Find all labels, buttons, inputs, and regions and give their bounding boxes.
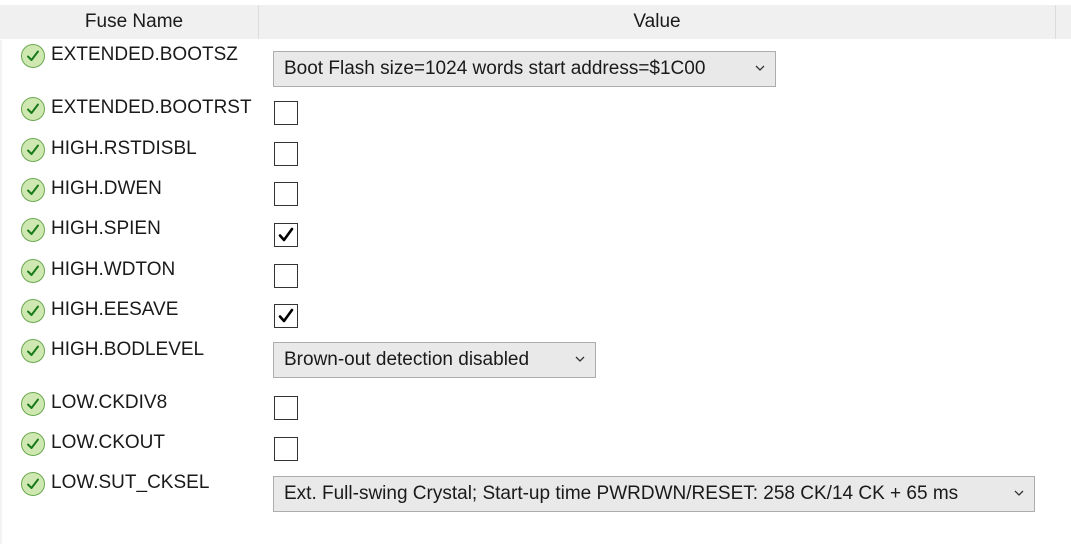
fuse-checkbox[interactable]: [274, 437, 298, 461]
fuse-checkbox[interactable]: [274, 142, 298, 166]
fuse-row: EXTENDED.BOOTRST: [0, 97, 1071, 137]
fuse-row: LOW.CKDIV8: [0, 392, 1071, 432]
check-circle-icon: [21, 472, 45, 496]
dropdown-selected-value: Ext. Full-swing Crystal; Start-up time P…: [284, 483, 959, 504]
fuse-checkbox[interactable]: [274, 182, 298, 206]
chevron-down-icon: [755, 52, 765, 98]
check-circle-icon: [21, 44, 45, 68]
check-circle-icon: [21, 339, 45, 363]
column-header-fuse-name[interactable]: Fuse Name: [10, 5, 259, 39]
fuse-value-dropdown[interactable]: Ext. Full-swing Crystal; Start-up time P…: [273, 476, 1035, 512]
fuse-row: HIGH.DWEN: [0, 178, 1071, 218]
fuse-name-label: EXTENDED.BOOTSZ: [51, 44, 238, 65]
fuse-name-label: EXTENDED.BOOTRST: [51, 97, 252, 118]
fuse-name-label: LOW.CKDIV8: [51, 392, 168, 413]
fuse-row: LOW.SUT_CKSEL Ext. Full-swing Crystal; St…: [0, 472, 1071, 512]
check-circle-icon: [21, 178, 45, 202]
checkmark-icon: [278, 308, 294, 323]
fuse-name-label: LOW.SUT_CKSEL: [51, 472, 210, 493]
chevron-down-icon: [575, 343, 585, 389]
column-header-value[interactable]: Value: [259, 5, 1056, 39]
fuse-value-dropdown[interactable]: Brown-out detection disabled: [273, 342, 596, 378]
fuse-name-label: LOW.CKOUT: [51, 432, 166, 453]
fuse-name-label: HIGH.SPIEN: [51, 218, 161, 239]
check-circle-icon: [21, 138, 45, 162]
fuse-row: HIGH.WDTON: [0, 259, 1071, 299]
fuse-row: LOW.CKOUT: [0, 432, 1071, 472]
fuse-checkbox[interactable]: [274, 101, 298, 125]
check-circle-icon: [21, 432, 45, 456]
fuse-checkbox[interactable]: [274, 223, 298, 247]
checkmark-icon: [278, 227, 294, 242]
check-circle-icon: [21, 299, 45, 323]
fuse-row: HIGH.SPIEN: [0, 218, 1071, 258]
fuse-checkbox[interactable]: [274, 396, 298, 420]
check-circle-icon: [21, 97, 45, 121]
check-circle-icon: [21, 218, 45, 242]
fuse-row: HIGH.EESAVE: [0, 299, 1071, 339]
fuse-name-label: HIGH.DWEN: [51, 178, 162, 199]
dropdown-selected-value: Brown-out detection disabled: [284, 349, 530, 370]
fuse-row: HIGH.RSTDISBL: [0, 138, 1071, 178]
dropdown-selected-value: Boot Flash size=1024 words start address…: [284, 58, 706, 79]
check-circle-icon: [21, 259, 45, 283]
column-header: Fuse Name Value: [0, 5, 1071, 39]
fuse-value-dropdown[interactable]: Boot Flash size=1024 words start address…: [273, 51, 776, 87]
fuse-name-label: HIGH.BODLEVEL: [51, 339, 205, 360]
fuse-checkbox[interactable]: [274, 304, 298, 328]
fuse-name-label: HIGH.RSTDISBL: [51, 138, 197, 159]
fuse-row: EXTENDED.BOOTSZ Boot Flash size=1024 word…: [0, 44, 1071, 87]
chevron-down-icon: [1014, 477, 1024, 523]
fuse-row: HIGH.BODLEVEL Brown-out detection disable…: [0, 339, 1071, 379]
fuse-name-label: HIGH.WDTON: [51, 259, 176, 280]
fuse-name-label: HIGH.EESAVE: [51, 299, 179, 320]
fuse-checkbox[interactable]: [274, 264, 298, 288]
check-circle-icon: [21, 392, 45, 416]
